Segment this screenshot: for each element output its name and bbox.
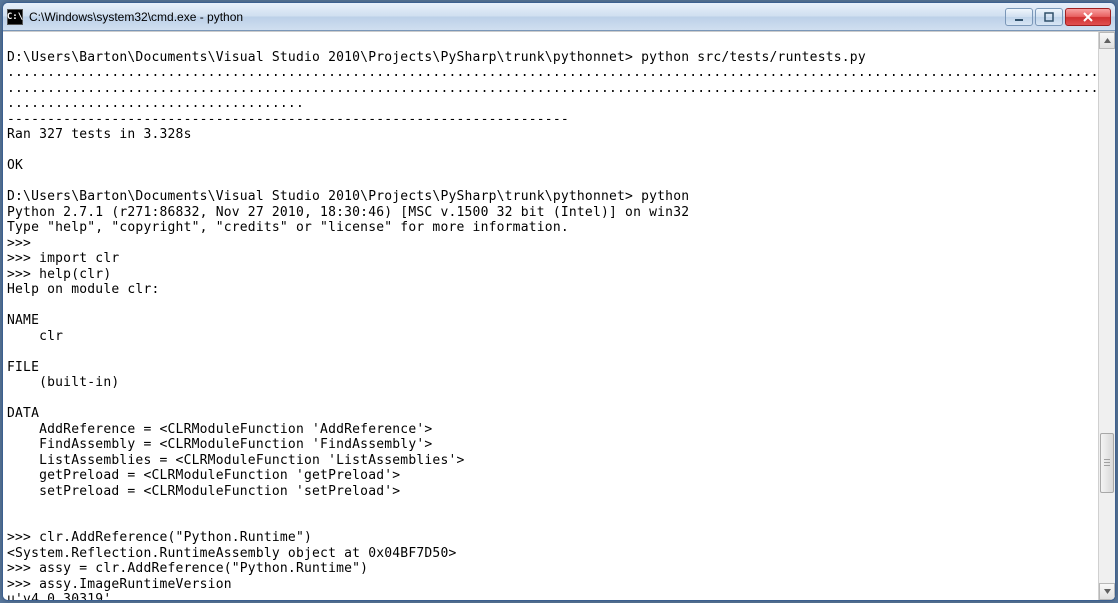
window-title: C:\Windows\system32\cmd.exe - python — [29, 10, 1005, 24]
cmd-icon: C:\ — [7, 9, 23, 25]
scroll-thumb[interactable] — [1100, 433, 1114, 493]
scroll-track[interactable] — [1099, 49, 1115, 583]
scroll-down-button[interactable] — [1099, 583, 1115, 600]
vertical-scrollbar[interactable] — [1098, 32, 1115, 600]
window-controls — [1005, 8, 1111, 26]
close-icon — [1082, 12, 1094, 22]
scroll-up-button[interactable] — [1099, 32, 1115, 49]
chevron-up-icon — [1103, 36, 1112, 45]
chevron-down-icon — [1103, 587, 1112, 596]
titlebar[interactable]: C:\ C:\Windows\system32\cmd.exe - python — [3, 3, 1115, 31]
close-button[interactable] — [1065, 8, 1111, 26]
client-area: D:\Users\Barton\Documents\Visual Studio … — [3, 31, 1115, 600]
minimize-icon — [1014, 12, 1024, 22]
minimize-button[interactable] — [1005, 8, 1033, 26]
maximize-button[interactable] — [1035, 8, 1063, 26]
console-output[interactable]: D:\Users\Barton\Documents\Visual Studio … — [3, 32, 1098, 600]
maximize-icon — [1044, 12, 1054, 22]
cmd-window: C:\ C:\Windows\system32\cmd.exe - python… — [2, 2, 1116, 601]
